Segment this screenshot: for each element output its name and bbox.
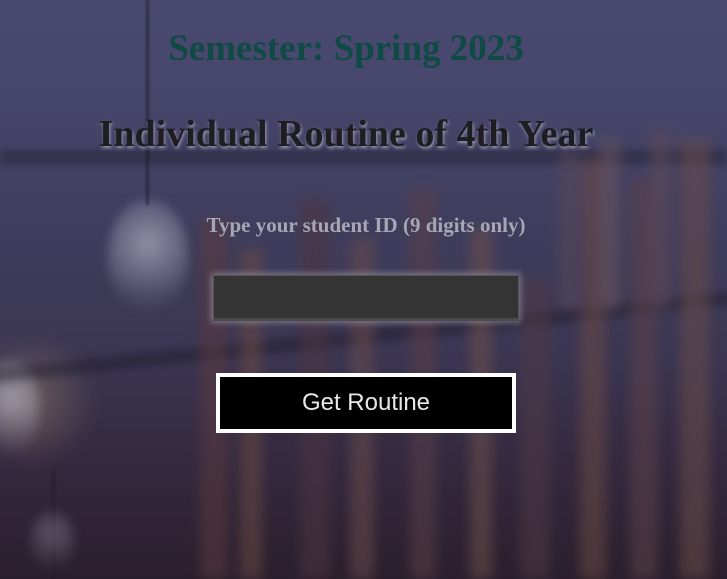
main-content: Semester: Spring 2023 Individual Routine…: [0, 0, 727, 579]
student-id-input[interactable]: [213, 275, 519, 321]
page-title: Individual Routine of 4th Year: [98, 113, 594, 155]
student-id-prompt: Type your student ID (9 digits only): [206, 213, 526, 237]
get-routine-button[interactable]: Get Routine: [216, 373, 516, 433]
semester-heading: Semester: Spring 2023: [168, 28, 524, 69]
